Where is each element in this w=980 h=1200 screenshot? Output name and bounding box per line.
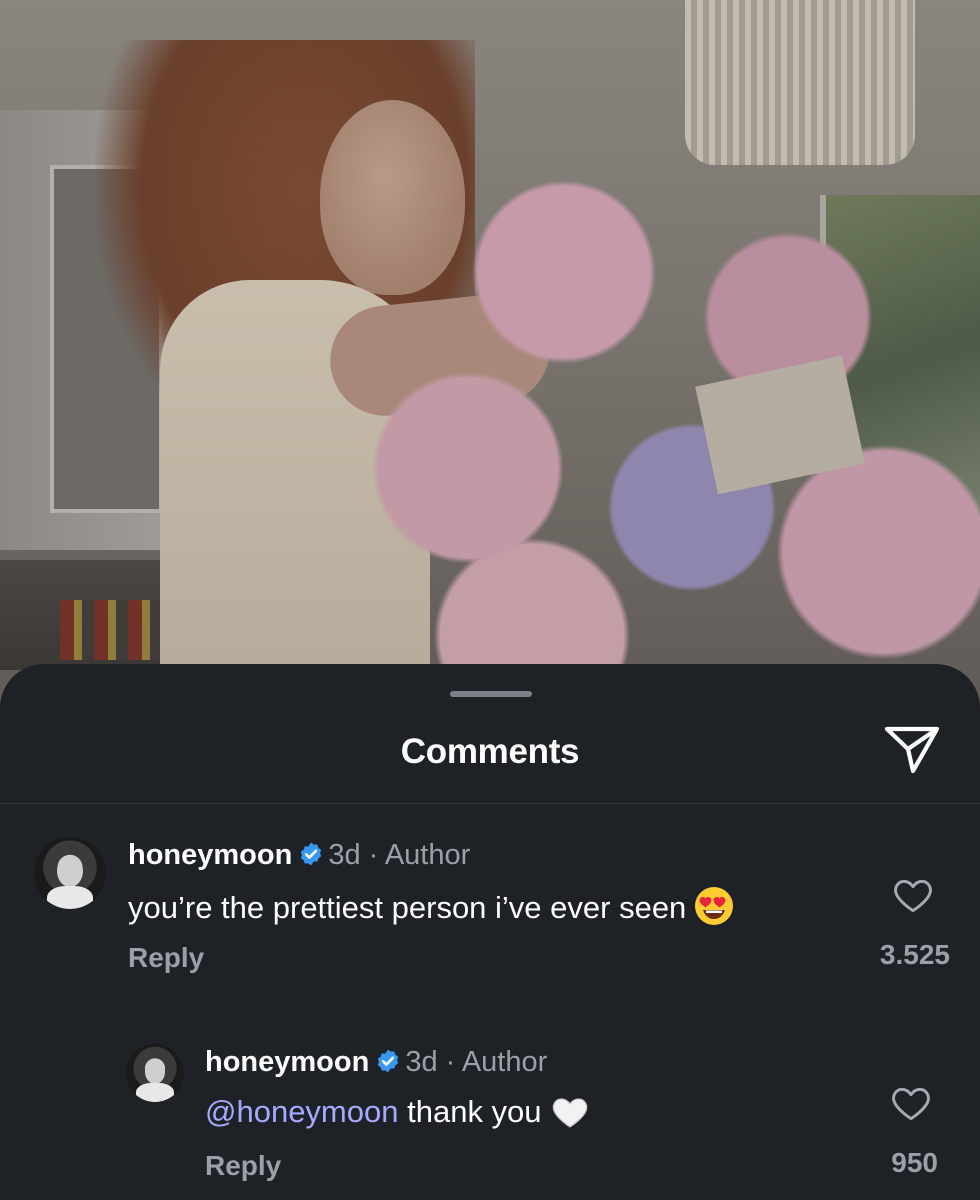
comment-meta: honeymoon 3d · Author xyxy=(205,1046,547,1082)
verified-badge-icon xyxy=(375,1048,401,1082)
comments-sheet: Comments honeymoon 3d · Author you’re the… xyxy=(0,664,980,1200)
white-heart-emoji-icon xyxy=(550,1092,590,1138)
mention-link[interactable]: @honeymoon xyxy=(205,1094,398,1129)
paper-plane-icon[interactable] xyxy=(883,723,941,777)
comment-text-line: @honeymoon thank you xyxy=(205,1092,590,1138)
comment-text: thank you xyxy=(407,1094,542,1129)
author-tag: Author xyxy=(461,1046,548,1078)
meta-separator: · xyxy=(445,1046,456,1078)
username[interactable]: honeymoon xyxy=(205,1046,369,1078)
comment-time: 3d xyxy=(405,1046,438,1078)
reply-button[interactable]: Reply xyxy=(205,1150,281,1182)
like-count: 950 xyxy=(891,1147,938,1178)
comment-reply: honeymoon 3d · Author @honeymoon thank yo… xyxy=(0,664,980,1200)
post-photo xyxy=(0,0,980,720)
avatar[interactable] xyxy=(126,1044,184,1102)
like-heart-icon[interactable] xyxy=(890,1082,932,1122)
